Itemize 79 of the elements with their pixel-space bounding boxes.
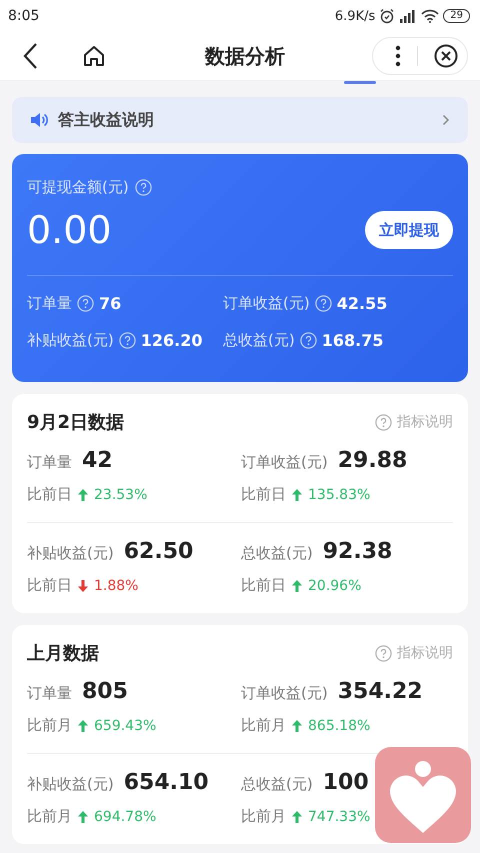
help-icon[interactable] [118, 332, 136, 349]
arrow-up-icon [78, 488, 88, 500]
network-speed: 6.9K/s [334, 8, 376, 24]
compare-label: 比前日 [241, 485, 286, 504]
metric-value: 42 [82, 448, 113, 473]
metric-label: 补贴收益(元) [27, 544, 114, 563]
help-icon [375, 414, 392, 430]
change-value: 694.78% [94, 808, 156, 824]
notice-bar[interactable]: 答主收益说明 [12, 97, 468, 143]
scroll-indicator [344, 81, 376, 84]
change-value: 20.96% [308, 578, 362, 594]
metric-label: 订单量 [27, 453, 72, 472]
stat-label: 订单量 [27, 294, 72, 313]
metric-value: 805 [82, 679, 128, 704]
help-icon[interactable] [134, 179, 152, 196]
compare-label: 比前月 [27, 716, 72, 735]
metric-label: 订单量 [27, 684, 72, 703]
page-title: 数据分析 [205, 42, 285, 70]
back-icon[interactable] [22, 42, 38, 70]
metric-label: 订单收益(元) [241, 684, 328, 703]
arrow-up-icon [292, 488, 302, 500]
wifi-icon [421, 9, 440, 23]
alarm-icon [379, 8, 396, 24]
help-icon[interactable] [300, 332, 317, 349]
metric-value: 100 [322, 770, 369, 795]
stat-value: 42.55 [336, 294, 388, 313]
arrow-up-icon [292, 810, 302, 822]
compare-label: 比前月 [27, 807, 72, 826]
stat-label: 补贴收益(元) [27, 331, 114, 350]
metric-value: 62.50 [124, 539, 194, 564]
help-icon[interactable] [77, 295, 94, 312]
metric-value: 654.10 [124, 770, 209, 795]
change-value: 747.33% [308, 808, 370, 824]
arrow-up-icon [78, 720, 88, 732]
status-time: 8:05 [8, 8, 40, 24]
change-value: 1.88% [94, 578, 138, 594]
card-title: 上月数据 [27, 642, 99, 665]
battery-indicator: 29 [443, 9, 470, 23]
card-title: 9月2日数据 [27, 411, 124, 434]
compare-label: 比前日 [27, 485, 72, 504]
speaker-icon [30, 112, 48, 128]
compare-label: 比前月 [241, 716, 286, 735]
metric-value: 354.22 [338, 679, 423, 704]
metric-label: 补贴收益(元) [27, 775, 114, 794]
home-icon[interactable] [82, 44, 106, 68]
change-value: 23.53% [94, 486, 148, 502]
change-value: 135.83% [308, 486, 370, 502]
metric-label: 总收益(元) [241, 775, 313, 794]
metric-value: 92.38 [322, 539, 392, 564]
metric-label: 总收益(元) [241, 544, 313, 563]
change-value: 659.43% [94, 718, 156, 734]
compare-label: 比前日 [27, 576, 72, 595]
change-value: 865.18% [308, 718, 370, 734]
help-text: 指标说明 [397, 413, 453, 431]
metric-label: 订单收益(元) [241, 453, 328, 472]
close-icon[interactable] [434, 44, 458, 68]
signal-icon [399, 9, 418, 23]
metric-value: 29.88 [338, 448, 408, 473]
arrow-down-icon [78, 580, 88, 592]
floating-app-icon[interactable] [375, 747, 471, 843]
help-icon[interactable] [314, 295, 332, 312]
arrow-up-icon [292, 720, 302, 732]
stat-value: 168.75 [322, 331, 384, 350]
compare-label: 比前日 [241, 576, 286, 595]
balance-amount: 0.00 [27, 208, 112, 252]
more-icon[interactable] [395, 45, 401, 67]
stat-value: 76 [99, 294, 122, 313]
balance-label: 可提现金额(元) [27, 178, 129, 197]
arrow-up-icon [78, 810, 88, 822]
help-text: 指标说明 [397, 644, 453, 662]
stat-label: 订单收益(元) [223, 294, 310, 313]
stat-value: 126.20 [140, 331, 202, 350]
withdraw-button[interactable]: 立即提现 [365, 211, 453, 249]
notice-text: 答主收益说明 [58, 110, 155, 130]
compare-label: 比前月 [241, 807, 286, 826]
help-icon [375, 644, 392, 662]
arrow-up-icon [292, 580, 302, 592]
stat-label: 总收益(元) [223, 331, 295, 350]
chevron-right-icon [442, 114, 450, 126]
